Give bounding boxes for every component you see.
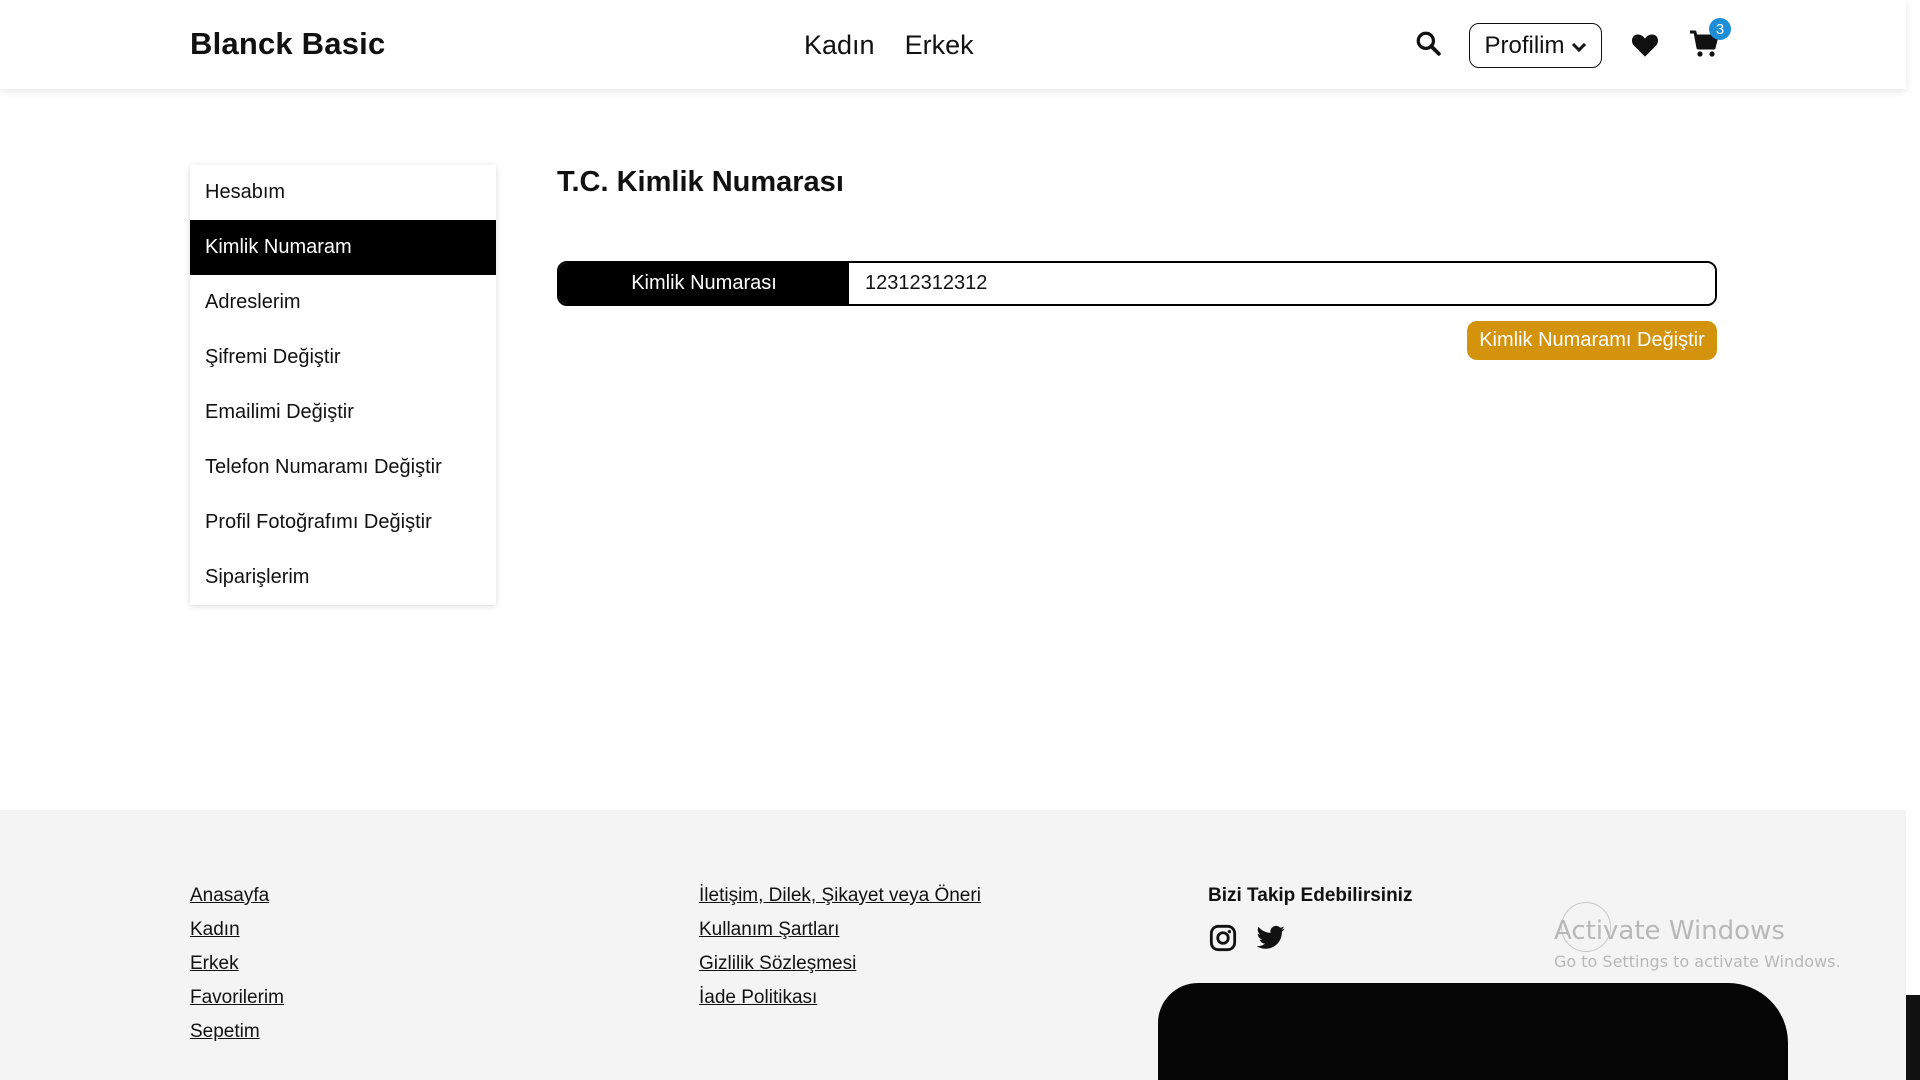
account-sidebar: Hesabım Kimlik Numaram Adreslerim Şifrem…: [190, 165, 496, 605]
sidebar-item-kimlik-numaram[interactable]: Kimlik Numaram: [190, 220, 496, 275]
footer-link-iade[interactable]: İade Politikası: [699, 987, 981, 1009]
follow-us-title: Bizi Takip Edebilirsiniz: [1208, 885, 1413, 906]
windows-activation-watermark: Activate Windows Go to Settings to activ…: [1554, 916, 1841, 971]
brand-logo[interactable]: Blanck Basic: [190, 26, 385, 62]
sidebar-item-adreslerim[interactable]: Adreslerim: [190, 275, 496, 330]
footer-link-anasayfa[interactable]: Anasayfa: [190, 885, 284, 907]
id-number-input[interactable]: [849, 263, 1715, 304]
profile-dropdown-button[interactable]: Profilim: [1469, 23, 1602, 68]
nav-link-kadin[interactable]: Kadın: [804, 30, 875, 61]
search-icon[interactable]: [1413, 28, 1443, 58]
chevron-down-icon: [1571, 32, 1587, 60]
footer-links-info: İletişim, Dilek, Şikayet veya Öneri Kull…: [699, 885, 981, 1009]
sidebar-item-profil-fotografi[interactable]: Profil Fotoğrafımı Değiştir: [190, 495, 496, 550]
redacted-scribble: [1158, 983, 1788, 1080]
watermark-subtitle: Go to Settings to activate Windows.: [1554, 952, 1841, 971]
sidebar-item-hesabim[interactable]: Hesabım: [190, 165, 496, 220]
profile-label: Profilim: [1484, 31, 1565, 59]
sidebar-item-sifremi-degistir[interactable]: Şifremi Değiştir: [190, 330, 496, 385]
site-header: Blanck Basic Kadın Erkek Profilim 3: [0, 0, 1906, 89]
page-title: T.C. Kimlik Numarası: [557, 166, 844, 198]
watermark-title: Activate Windows: [1554, 916, 1785, 946]
footer-link-kullanim-sartlari[interactable]: Kullanım Şartları: [699, 919, 981, 941]
footer-link-iletisim[interactable]: İletişim, Dilek, Şikayet veya Öneri: [699, 885, 981, 907]
footer-link-erkek[interactable]: Erkek: [190, 953, 284, 975]
sidebar-item-telefon-degistir[interactable]: Telefon Numaramı Değiştir: [190, 440, 496, 495]
sidebar-item-siparislerim[interactable]: Siparişlerim: [190, 550, 496, 605]
id-number-input-group: Kimlik Numarası: [557, 261, 1717, 306]
twitter-icon[interactable]: [1256, 923, 1286, 953]
footer-link-favorilerim[interactable]: Favorilerim: [190, 987, 284, 1009]
nav-link-erkek[interactable]: Erkek: [905, 30, 974, 61]
footer-link-gizlilik[interactable]: Gizlilik Sözleşmesi: [699, 953, 981, 975]
footer-link-kadin[interactable]: Kadın: [190, 919, 284, 941]
cart-count-badge: 3: [1709, 18, 1731, 40]
instagram-icon[interactable]: [1208, 923, 1238, 953]
heart-icon[interactable]: [1630, 30, 1660, 60]
sidebar-item-emailimi-degistir[interactable]: Emailimi Değiştir: [190, 385, 496, 440]
scrollbar-lower-area: [1906, 995, 1920, 1080]
social-links: [1208, 923, 1286, 953]
id-number-label: Kimlik Numarası: [559, 263, 849, 304]
footer-link-sepetim[interactable]: Sepetim: [190, 1021, 284, 1043]
scrollbar-track[interactable]: [1906, 0, 1920, 995]
change-id-number-button[interactable]: Kimlik Numaramı Değiştir: [1467, 321, 1717, 360]
footer-links-main: Anasayfa Kadın Erkek Favorilerim Sepetim: [190, 885, 284, 1043]
main-nav: Kadın Erkek: [804, 30, 974, 61]
